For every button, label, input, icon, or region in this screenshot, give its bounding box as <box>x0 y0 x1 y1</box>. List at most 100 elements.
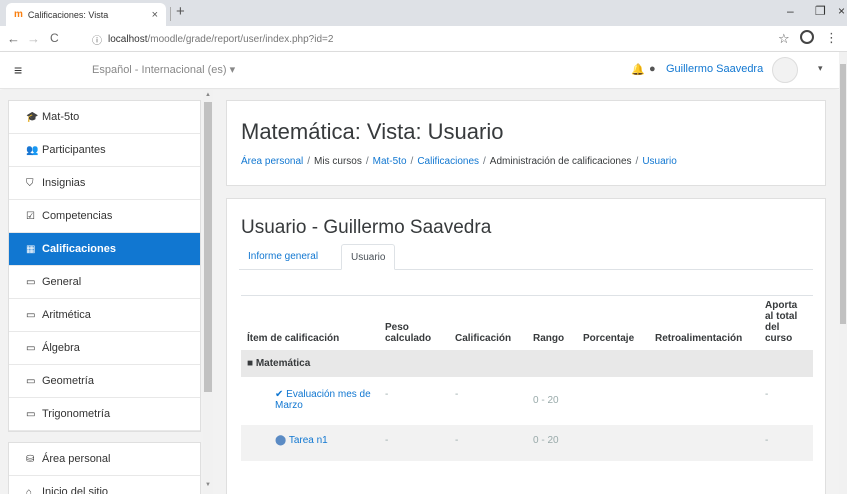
breadcrumb-separator: / <box>365 156 369 167</box>
graduation-cap-icon: 🎓 <box>26 111 39 123</box>
weight-cell: - <box>379 425 449 461</box>
nav-item-insignias[interactable]: ⛉ Insignias <box>9 167 200 200</box>
shield-icon: ⛉ <box>26 177 34 189</box>
tab-close-icon[interactable]: × <box>152 9 158 21</box>
folder-icon: ▭ <box>26 309 36 321</box>
scroll-up-icon[interactable]: ▲ <box>205 92 211 98</box>
avatar[interactable] <box>772 57 798 83</box>
bookmark-star-icon[interactable]: ☆ <box>778 31 790 47</box>
breadcrumb-separator: / <box>410 156 414 167</box>
nav-item-competencias[interactable]: ☑ Competencias <box>9 200 200 233</box>
users-icon: 👥 <box>26 144 39 156</box>
item-cell: ✔ Evaluación mes de Marzo <box>241 377 379 425</box>
notification-bell-icon[interactable]: 🔔 <box>631 63 645 76</box>
nav-item-aritmetica[interactable]: ▭ Aritmética <box>9 299 200 332</box>
scrollbar-thumb[interactable] <box>204 102 212 392</box>
nav-item-label: Aritmética <box>42 309 91 321</box>
breadcrumb-usuario[interactable]: Usuario <box>642 156 676 167</box>
breadcrumb-administracion: Administración de calificaciones <box>489 156 632 167</box>
minimize-icon[interactable]: – <box>787 4 794 18</box>
nav-item-participantes[interactable]: 👥 Participantes <box>9 134 200 167</box>
site-info-icon[interactable]: ⓘ <box>92 32 102 47</box>
browser-tab[interactable]: m Calificaciones: Vista × <box>6 3 166 26</box>
breadcrumb-mis-cursos: Mis cursos <box>314 156 362 167</box>
folder-icon: ▭ <box>26 276 36 288</box>
folder-icon: ▭ <box>26 375 36 387</box>
weight-cell: - <box>379 377 449 425</box>
nav-item-calificaciones[interactable]: ▦ Calificaciones <box>9 233 200 266</box>
nav-item-inicio-sitio[interactable]: ⌂ Inicio del sitio <box>9 476 200 494</box>
item-cell: ⬤ Tarea n1 <box>241 425 379 461</box>
drawer-scrollbar[interactable]: ▲ ▼ <box>203 90 213 494</box>
tab-separator <box>170 7 171 21</box>
nav-item-label: Competencias <box>42 210 113 222</box>
tab-usuario[interactable]: Usuario <box>341 244 396 270</box>
user-menu-name[interactable]: Guillermo Saavedra <box>666 63 763 75</box>
browser-menu-icon[interactable]: ⋮ <box>825 30 838 46</box>
reload-icon[interactable]: C <box>50 31 59 45</box>
nav-item-label: Inicio del sitio <box>42 486 109 494</box>
maximize-icon[interactable]: ❐ <box>815 4 826 18</box>
breadcrumb: Área personal / Mis cursos / Mat-5to / Calific… <box>241 156 677 167</box>
browser-tab-title: Calificaciones: Vista <box>27 9 109 20</box>
nav-item-trigonometria[interactable]: ▭ Trigonometría <box>9 398 200 431</box>
nav-drawer: 🎓 Mat-5to 👥 Participantes ⛉ Insignias ☑ Comp… <box>8 100 201 494</box>
percent-cell <box>577 377 649 425</box>
nav-item-geometria[interactable]: ▭ Geometría <box>9 365 200 398</box>
moodle-favicon-icon: m <box>14 9 23 20</box>
page-header-card: Matemática: Vista: Usuario Área personal… <box>226 100 826 186</box>
nav-item-label: Geometría <box>42 375 94 387</box>
home-icon: ⌂ <box>26 486 33 494</box>
report-tabs: Informe general Usuario <box>239 244 813 270</box>
page-scrollbar[interactable] <box>839 52 847 494</box>
nav-item-label: Trigonometría <box>42 408 111 420</box>
tab-informe-general[interactable]: Informe general <box>239 244 327 270</box>
browser-account-icon[interactable] <box>800 30 814 44</box>
table-header-row: Ítem de calificación Peso calculado Cali… <box>241 295 813 350</box>
browser-tab-bar: m Calificaciones: Vista × + – ❐ × <box>0 0 847 26</box>
folder-icon: ▭ <box>26 342 36 354</box>
item-link[interactable]: Evaluación mes de Marzo <box>275 389 371 411</box>
nav-item-label: General <box>42 276 82 288</box>
hamburger-menu-icon[interactable]: ≡ <box>14 62 22 78</box>
breadcrumb-calificaciones[interactable]: Calificaciones <box>417 156 479 167</box>
feedback-cell <box>649 425 759 461</box>
column-header-contribution: Aporta al total del curso <box>759 295 813 350</box>
language-menu[interactable]: Español - Internacional (es) ▾ <box>92 63 235 76</box>
grade-cell: - <box>449 425 527 461</box>
contribution-cell: - <box>759 425 813 461</box>
item-link[interactable]: Tarea n1 <box>289 435 328 446</box>
nav-item-mat-5to[interactable]: 🎓 Mat-5to <box>9 101 200 134</box>
user-menu-caret-icon[interactable]: ▾ <box>818 63 823 74</box>
table-row: ✔ Evaluación mes de Marzo - - 0 - 20 - <box>241 377 813 425</box>
forward-icon[interactable]: → <box>27 31 40 46</box>
quiz-icon: ✔ <box>275 389 284 400</box>
scrollbar-thumb[interactable] <box>840 64 846 324</box>
back-icon[interactable]: ← <box>7 31 20 46</box>
breadcrumb-mat-5to[interactable]: Mat-5to <box>373 156 407 167</box>
column-header-grade: Calificación <box>449 295 527 350</box>
grade-cell: - <box>449 377 527 425</box>
new-tab-icon[interactable]: + <box>176 3 185 20</box>
nav-item-label: Insignias <box>42 177 86 189</box>
nav-item-label: Participantes <box>42 144 106 156</box>
window-close-icon[interactable]: × <box>838 4 845 18</box>
breadcrumb-area-personal[interactable]: Área personal <box>241 156 303 167</box>
breadcrumb-separator: / <box>483 156 486 167</box>
nav-item-label: Área personal <box>42 453 111 465</box>
nav-item-area-personal[interactable]: ⛁ Área personal <box>9 443 200 476</box>
scroll-down-icon[interactable]: ▼ <box>205 482 211 488</box>
messages-icon[interactable]: ● <box>649 63 656 75</box>
url-field[interactable]: ⓘ localhost/moodle/grade/report/user/ind… <box>92 30 832 48</box>
dashboard-icon: ⛁ <box>26 453 35 465</box>
category-label: Matemática <box>255 358 311 369</box>
column-header-item: Ítem de calificación <box>241 295 379 350</box>
nav-item-algebra[interactable]: ▭ Álgebra <box>9 332 200 365</box>
percent-cell <box>577 425 649 461</box>
url-path: /moodle/grade/report/user/index.php?id=2 <box>147 33 334 45</box>
course-nav-block: 🎓 Mat-5to 👥 Participantes ⛉ Insignias ☑ Comp… <box>8 100 201 432</box>
address-bar: ← → C ⓘ localhost/moodle/grade/report/us… <box>0 26 847 52</box>
column-header-range: Rango <box>527 295 577 350</box>
nav-item-general[interactable]: ▭ General <box>9 266 200 299</box>
category-row: ■ Matemática <box>241 350 813 377</box>
